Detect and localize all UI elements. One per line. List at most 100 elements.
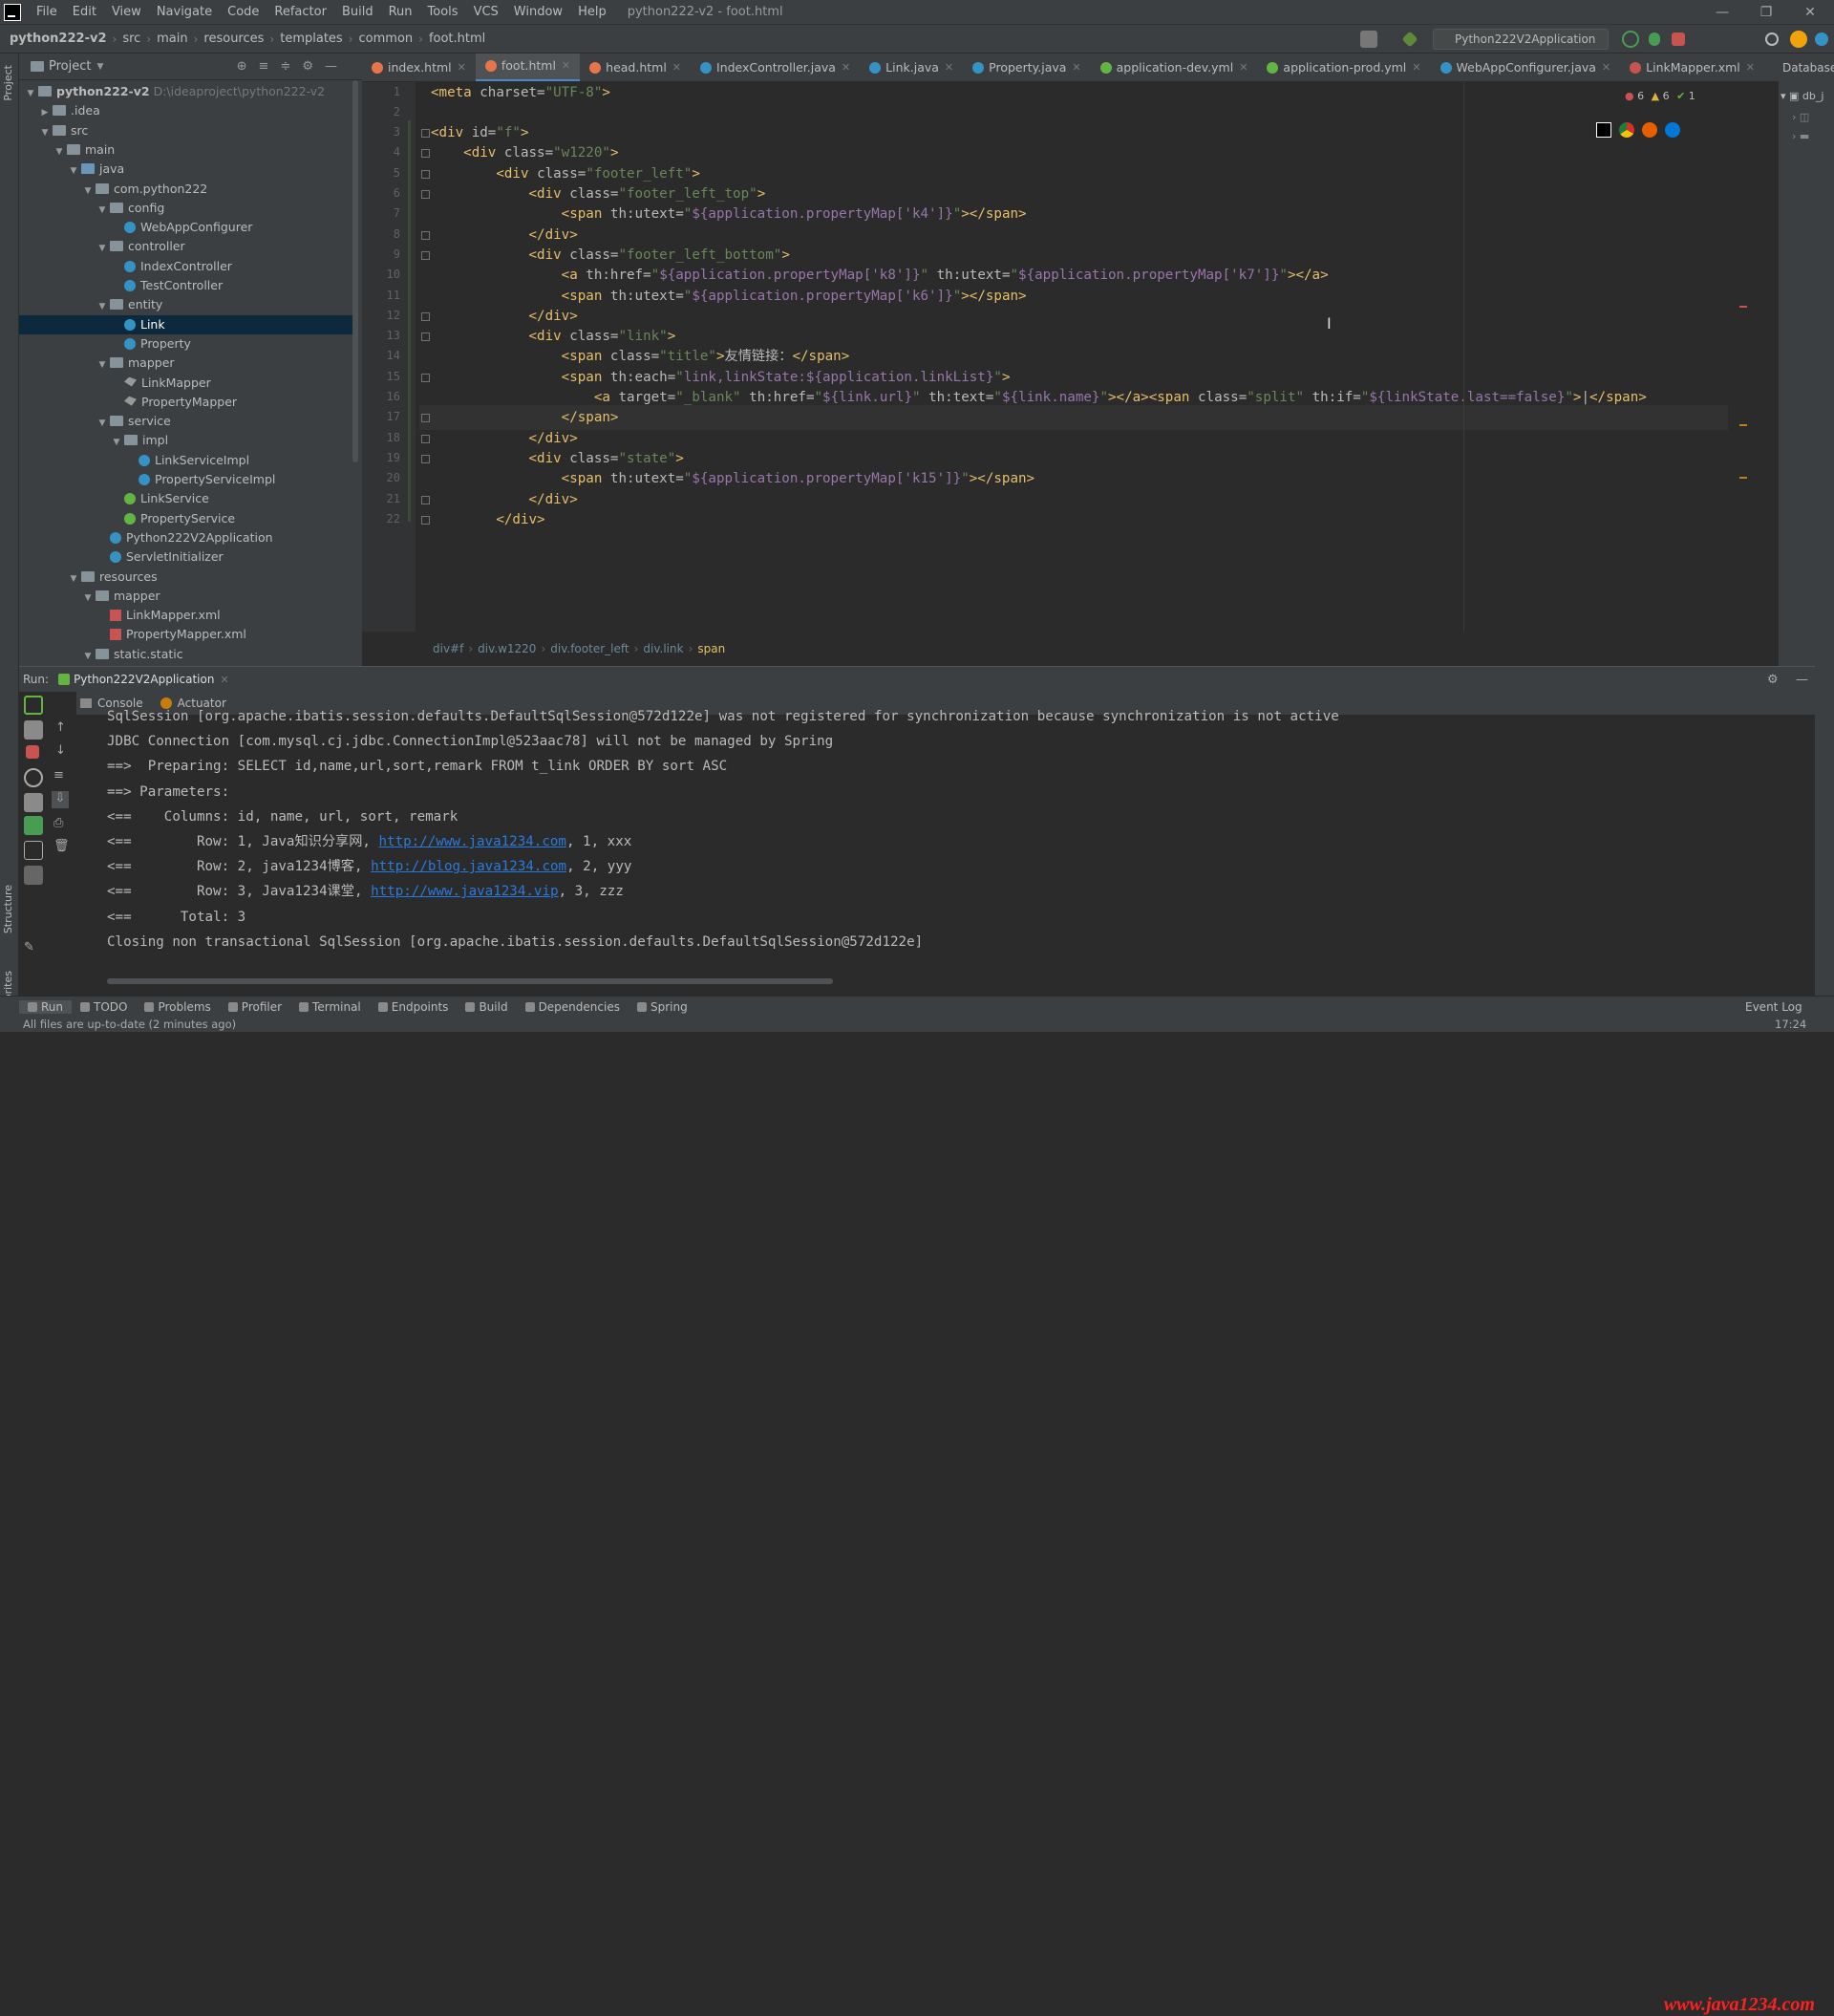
database-panel-label[interactable]: Database: [1782, 61, 1834, 75]
chevron-down-icon[interactable]: ▼: [111, 433, 122, 452]
chevron-down-icon[interactable]: ▼: [82, 647, 94, 666]
plugin-icon[interactable]: [1815, 32, 1828, 46]
fold-marker-icon[interactable]: [421, 373, 430, 382]
fold-marker-icon[interactable]: [421, 230, 430, 240]
tree-item[interactable]: ▼ static.static: [19, 645, 358, 664]
close-tab-icon[interactable]: ✕: [220, 674, 228, 686]
tree-item[interactable]: LinkService: [19, 489, 358, 508]
tool-window-profiler[interactable]: Profiler: [220, 1000, 290, 1014]
tree-item[interactable]: Link: [19, 314, 358, 334]
fold-marker-icon[interactable]: [421, 454, 430, 463]
gear-icon[interactable]: ⚙: [1767, 673, 1779, 687]
project-tool-label[interactable]: Project: [2, 65, 14, 101]
tree-item[interactable]: WebAppConfigurer: [19, 218, 358, 237]
arrow-down-icon[interactable]: ↓: [55, 743, 66, 758]
crumb-item[interactable]: python222-v2: [6, 32, 111, 46]
fold-marker-icon[interactable]: [421, 169, 430, 179]
chevron-down-icon[interactable]: ▼: [82, 182, 94, 201]
editor-tab[interactable]: IndexController.java ✕: [691, 54, 860, 81]
console-link[interactable]: http://www.java1234.vip: [371, 884, 558, 899]
chevron-down-icon[interactable]: ▼: [39, 123, 51, 142]
layout-icon[interactable]: [24, 866, 43, 885]
stop-run-icon[interactable]: [26, 745, 39, 759]
console-link[interactable]: http://www.java1234.com: [378, 834, 565, 849]
console-h-scrollbar[interactable]: [107, 978, 833, 984]
close-tab-icon[interactable]: ✕: [1072, 54, 1080, 81]
firefox-icon[interactable]: [1642, 122, 1657, 138]
tool-window-build[interactable]: Build: [457, 1000, 516, 1014]
pin-icon[interactable]: ✎: [24, 940, 43, 959]
print-icon[interactable]: ⎙: [53, 816, 63, 830]
chevron-down-icon[interactable]: ▼: [96, 297, 108, 316]
crumb-item[interactable]: main: [153, 32, 191, 46]
editor-tab[interactable]: Link.java ✕: [860, 54, 963, 81]
tree-item[interactable]: PropertyMapper.xml: [19, 625, 358, 644]
rerun-icon[interactable]: [24, 696, 43, 715]
camera-icon[interactable]: [24, 793, 43, 812]
close-tab-icon[interactable]: ✕: [1746, 54, 1755, 81]
menu-file[interactable]: File: [29, 0, 65, 25]
chevron-down-icon[interactable]: ▼: [96, 239, 108, 258]
editor-tab[interactable]: foot.html ✕: [475, 54, 581, 81]
close-tab-icon[interactable]: ✕: [1239, 54, 1248, 81]
tree-item[interactable]: TestController: [19, 276, 358, 295]
menu-view[interactable]: View: [104, 0, 149, 25]
console-output[interactable]: SqlSession [org.apache.ibatis.session.de…: [76, 709, 1815, 997]
tree-item[interactable]: ▼ mapper: [19, 587, 358, 606]
fold-marker-icon[interactable]: [421, 332, 430, 342]
minimize-icon[interactable]: —: [1700, 0, 1744, 25]
tool-window-spring[interactable]: Spring: [629, 1000, 696, 1014]
code-editor[interactable]: 1 2 3 4 5 6 7 8 9 10 11 12 13 14 15 16 17 18 19 20 21 22 <met…: [362, 82, 1779, 655]
tree-item[interactable]: ▼ entity: [19, 295, 358, 314]
menu-tools[interactable]: Tools: [420, 0, 466, 25]
fold-marker-icon[interactable]: [421, 414, 430, 423]
crumb-item[interactable]: templates: [276, 32, 346, 46]
tree-item[interactable]: LinkServiceImpl: [19, 451, 358, 470]
menu-edit[interactable]: Edit: [65, 0, 104, 25]
fold-marker-icon[interactable]: [421, 149, 430, 159]
hide-panel-icon[interactable]: —: [1796, 673, 1808, 687]
chevron-right-icon[interactable]: ▶: [39, 103, 51, 122]
close-tab-icon[interactable]: ✕: [1602, 54, 1610, 81]
run-config-tab[interactable]: Python222V2Application: [74, 673, 214, 686]
tree-item[interactable]: ▼ main: [19, 140, 358, 160]
edge-icon[interactable]: [1665, 122, 1680, 138]
tree-item[interactable]: ▼ resources: [19, 568, 358, 587]
stop-icon[interactable]: [1672, 32, 1685, 46]
restart-icon[interactable]: [24, 768, 43, 787]
chevron-down-icon[interactable]: ▼: [53, 142, 65, 161]
close-tab-icon[interactable]: ✕: [945, 54, 953, 81]
close-tab-icon[interactable]: ✕: [458, 54, 466, 81]
user-icon[interactable]: [1360, 31, 1377, 48]
chevron-down-icon[interactable]: ▼: [96, 355, 108, 375]
close-tab-icon[interactable]: ✕: [672, 54, 681, 81]
tool-window-problems[interactable]: Problems: [136, 1000, 219, 1014]
fold-marker-icon[interactable]: [421, 515, 430, 525]
tree-item[interactable]: PropertyService: [19, 509, 358, 528]
fold-marker-icon[interactable]: [421, 190, 430, 199]
tree-item[interactable]: ▼ impl: [19, 431, 358, 450]
fold-marker-icon[interactable]: [421, 434, 430, 443]
tree-item[interactable]: ▼ python222-v2 D:\ideaproject\python222-v2: [19, 82, 358, 101]
breadcrumb-item[interactable]: div.link: [643, 642, 683, 655]
trash-icon[interactable]: 🗑: [53, 839, 70, 853]
soft-wrap-icon[interactable]: ≡: [53, 768, 64, 783]
menu-window[interactable]: Window: [506, 0, 570, 25]
tool-window-dependencies[interactable]: Dependencies: [517, 1000, 629, 1014]
tree-item[interactable]: PropertyServiceImpl: [19, 470, 358, 489]
close-tab-icon[interactable]: ✕: [1412, 54, 1420, 81]
chevron-down-icon[interactable]: ▼: [96, 201, 108, 220]
scroll-to-end-icon[interactable]: ⇩: [52, 791, 69, 808]
menu-navigate[interactable]: Navigate: [149, 0, 220, 25]
tree-item[interactable]: ▼ mapper: [19, 354, 358, 373]
tree-item[interactable]: ▼ java: [19, 160, 358, 179]
close-tab-icon[interactable]: ✕: [842, 54, 850, 81]
menu-refactor[interactable]: Refactor: [267, 0, 334, 25]
fold-marker-icon[interactable]: [421, 250, 430, 260]
tree-item[interactable]: ServletInitializer: [19, 547, 358, 567]
console-link[interactable]: http://blog.java1234.com: [371, 859, 566, 874]
exit-icon[interactable]: [24, 841, 43, 860]
editor-tab[interactable]: WebAppConfigurer.java ✕: [1431, 54, 1621, 81]
tree-item[interactable]: LinkMapper: [19, 374, 358, 393]
fold-marker-icon[interactable]: [421, 311, 430, 321]
